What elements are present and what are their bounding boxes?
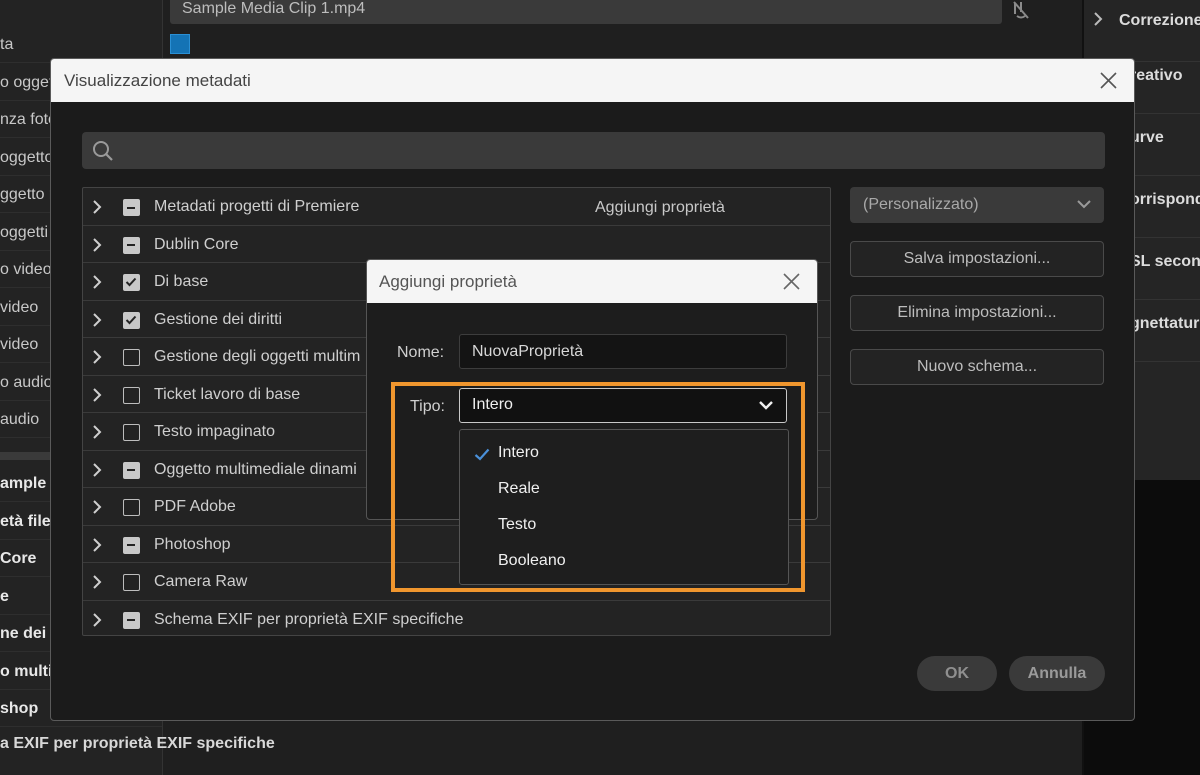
dialog-titlebar: Visualizzazione metadati [51,59,1134,102]
schema-label: PDF Adobe [154,498,236,515]
schema-label: Gestione dei diritti [154,310,283,328]
search-input[interactable] [124,132,1094,169]
schema-label: Photoshop [154,535,231,553]
chevron-down-icon [1077,200,1091,209]
schema-checkbox[interactable] [123,461,140,479]
search-icon [93,141,113,161]
check-icon [474,448,490,461]
cancel-button[interactable]: Annulla [1009,656,1105,691]
schema-label: Gestione degli oggetti multim [154,348,361,365]
bg-right-section-label: reativo [1130,67,1183,84]
close-icon[interactable] [1099,71,1118,90]
checkmark-icon [125,315,137,324]
schema-label: Testo impaginato [154,423,275,440]
ok-button[interactable]: OK [917,656,997,691]
chevron-right-icon[interactable] [91,574,103,590]
type-dropdown-menu: Intero Reale Testo Booleano [459,429,789,585]
save-settings-button[interactable]: Salva impostazioni... [850,241,1104,277]
type-option-label: Reale [498,480,540,497]
bg-right-section-label: SL secon [1130,253,1200,270]
schema-checkbox[interactable] [123,574,140,591]
delete-settings-button[interactable]: Elimina impostazioni... [850,295,1104,331]
bg-right-section-label: gnettatur [1130,315,1200,332]
chevron-right-icon[interactable] [91,612,103,628]
chevron-right-icon[interactable] [91,312,103,328]
type-option[interactable]: Booleano [460,544,788,580]
add-property-link[interactable]: Aggiungi proprietà [595,199,725,217]
add-property-titlebar: Aggiungi proprietà [367,260,817,303]
chevron-right-icon[interactable] [91,387,103,403]
clip-name-field[interactable]: Sample Media Clip 1.mp4 [170,0,1002,24]
type-value: Intero [472,396,513,413]
chevron-right-icon[interactable] [91,537,103,553]
schema-label: Oggetto multimediale dinami [154,460,357,478]
dialog-title: Visualizzazione metadati [64,71,251,90]
chevron-right-icon[interactable] [91,199,103,215]
new-schema-button[interactable]: Nuovo schema... [850,349,1104,385]
bg-right-section-label: urve [1130,129,1164,146]
schema-row[interactable]: Dublin Core [83,226,830,263]
type-option[interactable]: Intero [460,436,788,472]
schema-checkbox[interactable] [123,386,140,404]
schema-checkbox[interactable] [123,349,140,366]
type-label: Tipo: [410,398,445,415]
preset-value: (Personalizzato) [863,196,979,213]
chevron-right-icon[interactable] [91,462,103,478]
chevron-right-icon [1094,12,1103,26]
schema-checkbox[interactable] [123,536,140,554]
name-field[interactable] [459,334,787,369]
bg-exif-label: a EXIF per proprietà EXIF specifiche [0,735,275,752]
schema-checkbox[interactable] [123,199,140,216]
chevron-down-icon [759,401,773,410]
type-dropdown[interactable]: Intero [459,388,787,423]
schema-label: Dublin Core [154,235,239,253]
schema-checkbox[interactable] [123,236,140,254]
type-option-label: Intero [498,444,539,461]
close-icon[interactable] [782,272,801,291]
schema-checkbox[interactable] [123,274,140,291]
search-bar[interactable] [82,132,1105,169]
schema-checkbox[interactable] [123,499,140,516]
schema-checkbox[interactable] [123,611,140,629]
schema-label: Camera Raw [154,573,248,590]
schema-label: Di base [154,273,209,290]
type-option[interactable]: Reale [460,472,788,508]
chevron-right-icon[interactable] [91,274,103,290]
type-option-label: Booleano [498,552,566,569]
bg-right-section-label: orrispond [1130,191,1200,208]
checkmark-icon [125,277,137,287]
chevron-right-icon[interactable] [91,424,103,440]
schema-checkbox[interactable] [123,424,140,441]
schema-checkbox[interactable] [123,311,140,329]
color-label-chip[interactable] [170,34,190,54]
chevron-right-icon[interactable] [91,349,103,365]
preset-dropdown[interactable]: (Personalizzato) [850,187,1104,223]
name-label: Nome: [397,344,445,361]
schema-row[interactable]: Schema EXIF per proprietà EXIF specifich… [83,601,830,636]
bg-right-section-label: Correzione [1119,12,1200,29]
type-option-label: Testo [498,516,537,533]
schema-label: Metadati progetti di Premiere [154,198,360,215]
schema-label: Ticket lavoro di base [154,385,301,403]
type-option[interactable]: Testo [460,508,788,544]
chevron-right-icon[interactable] [91,237,103,253]
schema-label: Schema EXIF per proprietà EXIF specifich… [154,610,464,628]
chevron-right-icon[interactable] [91,499,103,515]
mute-icon[interactable] [1010,0,1032,20]
add-property-title: Aggiungi proprietà [379,272,517,291]
